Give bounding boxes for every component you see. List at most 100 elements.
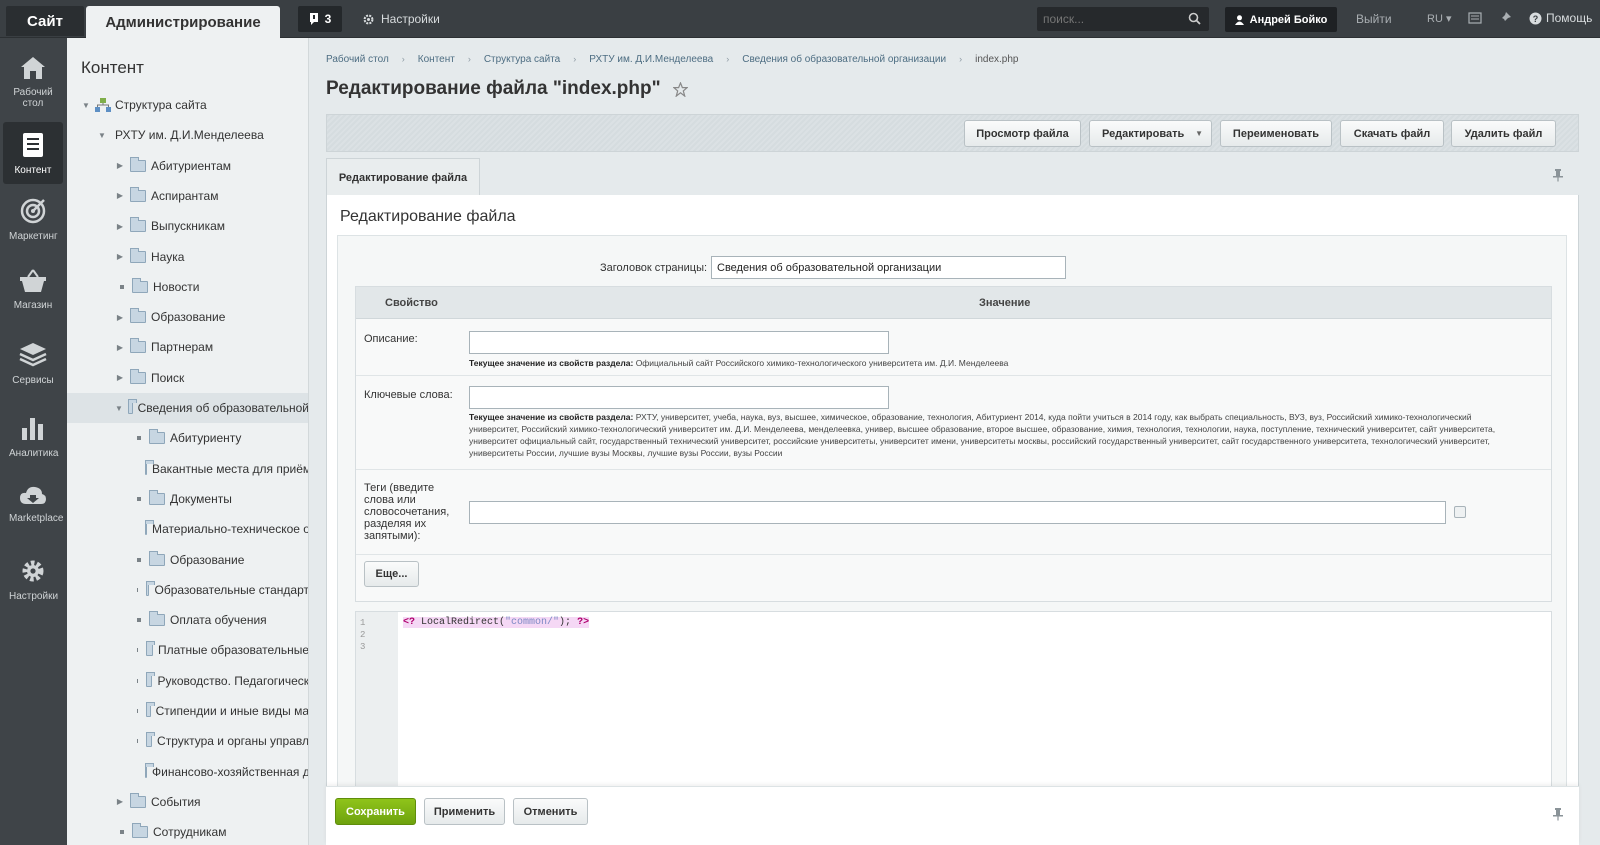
tree-item[interactable]: ▼ Сведения об образовательной bbox=[67, 393, 308, 423]
tab-edit-file[interactable]: Редактирование файла bbox=[326, 158, 480, 196]
save-button[interactable]: Сохранить bbox=[335, 798, 416, 825]
tree-item[interactable]: Абитуриенту bbox=[67, 423, 308, 453]
delete-file-button[interactable]: Удалить файл bbox=[1451, 120, 1556, 147]
folder-icon bbox=[130, 186, 146, 202]
expanded-arrow-icon[interactable]: ▼ bbox=[81, 101, 91, 110]
logout-link[interactable]: Выйти bbox=[1356, 12, 1392, 26]
site-button[interactable]: Сайт bbox=[6, 6, 84, 36]
menu-item-1[interactable]: Контент bbox=[3, 122, 63, 184]
collapsed-arrow-icon[interactable]: ▶ bbox=[115, 161, 125, 170]
notifications-button[interactable]: 3 bbox=[298, 6, 342, 32]
menu-item-4[interactable]: Сервисы bbox=[3, 342, 63, 386]
language-selector[interactable]: RU ▾ bbox=[1427, 12, 1451, 25]
page-title-label: Заголовок страницы: bbox=[600, 262, 708, 274]
collapsed-arrow-icon[interactable]: ▶ bbox=[115, 373, 125, 382]
tree-item[interactable]: ▶ Поиск bbox=[67, 363, 308, 393]
tree-item-label: Поиск bbox=[151, 370, 185, 385]
star-icon[interactable] bbox=[672, 81, 688, 97]
breadcrumb-separator-icon: › bbox=[401, 54, 405, 64]
collapsed-arrow-icon[interactable]: ▶ bbox=[115, 313, 125, 322]
menu-item-label: Контент bbox=[14, 165, 52, 176]
tree-item[interactable]: Материально-техническое о bbox=[67, 514, 308, 544]
tags-input[interactable] bbox=[469, 501, 1446, 524]
tree-item[interactable]: Образовательные стандарт bbox=[67, 575, 308, 605]
tree-item[interactable]: Структура и органы управл bbox=[67, 726, 308, 756]
action-toolbar: Просмотр файла Редактировать ▼ Переимено… bbox=[326, 114, 1579, 152]
expanded-arrow-icon[interactable]: ▼ bbox=[97, 131, 107, 140]
breadcrumb: Рабочий стол › Контент › Структура сайта › РХТ… bbox=[326, 54, 1018, 65]
breadcrumb-item[interactable]: РХТУ им. Д.И.Менделеева bbox=[589, 54, 713, 65]
folder-icon bbox=[130, 792, 146, 808]
document-icon bbox=[22, 132, 44, 165]
help-link[interactable]: ? Помощь bbox=[1529, 11, 1592, 25]
tree-item-label: Партнерам bbox=[151, 340, 214, 355]
breadcrumb-item[interactable]: Структура сайта bbox=[484, 54, 560, 65]
pin-icon[interactable] bbox=[1498, 11, 1512, 25]
collapsed-arrow-icon[interactable]: ▶ bbox=[115, 191, 125, 200]
rename-button[interactable]: Переименовать bbox=[1220, 120, 1332, 147]
tree-item[interactable]: Оплата обучения bbox=[67, 605, 308, 635]
menu-item-label: Аналитика bbox=[9, 448, 59, 459]
top-bar: Сайт Администрирование 3 Настройки Андре… bbox=[0, 0, 1600, 38]
collapsed-arrow-icon[interactable]: ▶ bbox=[115, 343, 125, 352]
tree-item[interactable]: ▶ Аспирантам bbox=[67, 181, 308, 211]
tree-item-label: События bbox=[151, 794, 201, 809]
search-icon[interactable] bbox=[1188, 12, 1201, 25]
tree-item[interactable]: Образование bbox=[67, 545, 308, 575]
tags-select-button[interactable] bbox=[1454, 506, 1466, 518]
hotkeys-icon[interactable] bbox=[1468, 11, 1482, 25]
menu-item-label: Сервисы bbox=[12, 375, 54, 386]
breadcrumb-item[interactable]: Контент bbox=[418, 54, 455, 65]
tree-item[interactable]: Финансово-хозяйственная д bbox=[67, 757, 308, 787]
cancel-button[interactable]: Отменить bbox=[513, 798, 588, 825]
edit-button[interactable]: Редактировать ▼ bbox=[1089, 120, 1212, 147]
properties-header: Свойство Значение bbox=[356, 287, 1551, 319]
tree-item[interactable]: Сотрудникам bbox=[67, 817, 308, 845]
menu-item-5[interactable]: Аналитика bbox=[3, 415, 63, 459]
tree-item[interactable]: Новости bbox=[67, 272, 308, 302]
expanded-arrow-icon[interactable]: ▼ bbox=[115, 404, 123, 413]
tree-item[interactable]: ▼ Структура сайта bbox=[67, 90, 308, 120]
tree-item[interactable]: Стипендии и иные виды ма bbox=[67, 696, 308, 726]
collapsed-arrow-icon[interactable]: ▶ bbox=[115, 797, 125, 806]
collapsed-arrow-icon[interactable]: ▶ bbox=[115, 252, 125, 261]
description-input[interactable] bbox=[469, 331, 889, 354]
tree-item[interactable]: ▶ Наука bbox=[67, 242, 308, 272]
code-line[interactable]: <? LocalRedirect("common/"); ?> bbox=[403, 617, 590, 628]
menu-item-3[interactable]: Магазин bbox=[3, 269, 63, 311]
view-file-button[interactable]: Просмотр файла bbox=[964, 120, 1081, 147]
search-input[interactable] bbox=[1037, 12, 1177, 26]
pin-icon[interactable] bbox=[1552, 807, 1564, 821]
settings-link[interactable]: Настройки bbox=[362, 6, 440, 32]
breadcrumb-item[interactable]: Сведения об образовательной организации bbox=[742, 54, 946, 65]
line-number: 2 bbox=[360, 630, 366, 640]
admin-tab[interactable]: Администрирование bbox=[86, 6, 280, 38]
collapsed-arrow-icon[interactable]: ▶ bbox=[115, 222, 125, 231]
tree-item[interactable]: Платные образовательные bbox=[67, 635, 308, 665]
tree-item[interactable]: ▶ Партнерам bbox=[67, 332, 308, 362]
apply-button[interactable]: Применить bbox=[424, 798, 505, 825]
page-title-input[interactable]: Сведения об образовательной организации bbox=[711, 256, 1066, 279]
tree-item[interactable]: Документы bbox=[67, 484, 308, 514]
menu-item-7[interactable]: Настройки bbox=[3, 558, 63, 602]
tree-item[interactable]: ▶ Выпускникам bbox=[67, 211, 308, 241]
tree-item[interactable]: ▼ РХТУ им. Д.И.Менделеева bbox=[67, 120, 308, 150]
user-button[interactable]: Андрей Бойко bbox=[1225, 7, 1337, 32]
tree-item[interactable]: ▶ События bbox=[67, 787, 308, 817]
more-button[interactable]: Еще... bbox=[364, 561, 419, 587]
breadcrumb-item[interactable]: Рабочий стол bbox=[326, 54, 389, 65]
download-file-button[interactable]: Скачать файл bbox=[1340, 120, 1444, 147]
tree-item[interactable]: Руководство. Педагогическ bbox=[67, 666, 308, 696]
menu-item-0[interactable]: Рабочий стол bbox=[3, 56, 63, 109]
menu-item-2[interactable]: Маркетинг bbox=[3, 198, 63, 242]
pin-icon[interactable] bbox=[1552, 168, 1564, 182]
help-icon: ? bbox=[1529, 12, 1542, 24]
search-box[interactable] bbox=[1037, 7, 1209, 31]
keywords-input[interactable] bbox=[469, 386, 889, 409]
properties-table: Свойство Значение Описание: Текущее знач… bbox=[355, 286, 1552, 602]
menu-item-6[interactable]: Marketplace bbox=[3, 484, 63, 524]
tree-item[interactable]: ▶ Абитуриентам bbox=[67, 151, 308, 181]
tree-item[interactable]: Вакантные места для приём bbox=[67, 454, 308, 484]
menu-item-label: Магазин bbox=[13, 300, 53, 311]
tree-item[interactable]: ▶ Образование bbox=[67, 302, 308, 332]
